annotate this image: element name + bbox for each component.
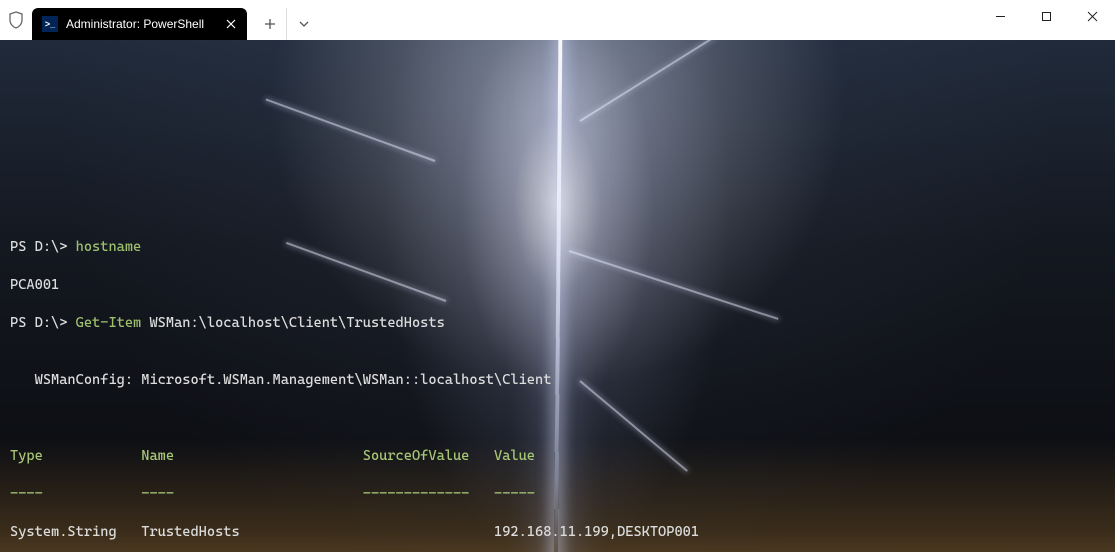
titlebar[interactable]: >_ Administrator: PowerShell	[0, 0, 1115, 40]
table-row: System.String TrustedHosts 192.168.11.19…	[10, 523, 1105, 542]
cell-type: System.String	[10, 524, 117, 540]
output-hostname: PCA001	[10, 276, 1105, 295]
cell-value: 192.168.11.199,DESKTOP001	[494, 524, 699, 540]
shield-icon	[8, 11, 24, 29]
maximize-button[interactable]	[1023, 0, 1069, 32]
window-controls	[977, 0, 1115, 32]
new-tab-button[interactable]	[253, 8, 287, 40]
wsman-config-line: WSManConfig: Microsoft.WSMan.Management\…	[10, 371, 1105, 390]
maximize-icon	[1041, 11, 1052, 22]
command-arg: WSMan:\localhost\Client\TrustedHosts	[141, 315, 445, 331]
col-sourceofvalue: SourceOfValue	[363, 448, 470, 464]
col-value: Value	[494, 448, 535, 464]
command-hostname: hostname	[76, 239, 142, 255]
prompt: PS D:\>	[10, 315, 76, 331]
plus-icon	[264, 18, 276, 30]
close-icon	[1087, 11, 1098, 22]
minimize-icon	[995, 11, 1006, 22]
col-name: Name	[141, 448, 174, 464]
terminal-line: PS D:\> hostname	[10, 238, 1105, 257]
app-window: >_ Administrator: PowerShell	[0, 0, 1115, 552]
tab-powershell[interactable]: >_ Administrator: PowerShell	[32, 8, 247, 40]
terminal-line: PS D:\> Get-Item WSMan:\localhost\Client…	[10, 314, 1105, 333]
prompt: PS D:\>	[10, 239, 76, 255]
terminal-content: PS D:\> hostname PCA001 PS D:\> Get-Item…	[10, 219, 1105, 552]
tab-dropdown-button[interactable]	[287, 8, 321, 40]
blank-line	[10, 409, 1105, 428]
cell-name: TrustedHosts	[141, 524, 239, 540]
tab-title: Administrator: PowerShell	[66, 17, 215, 31]
table-header: Type Name SourceOfValue Value	[10, 447, 1105, 466]
lightning-branch	[265, 98, 435, 161]
powershell-icon: >_	[42, 16, 58, 32]
shield-icon-area	[0, 0, 32, 40]
tab-actions	[253, 8, 321, 40]
window-close-button[interactable]	[1069, 0, 1115, 32]
col-type: Type	[10, 448, 43, 464]
minimize-button[interactable]	[977, 0, 1023, 32]
close-icon	[226, 19, 236, 29]
terminal-pane[interactable]: PS D:\> hostname PCA001 PS D:\> Get-Item…	[0, 40, 1115, 552]
table-underline: ---- ---- ------------- -----	[10, 485, 1105, 504]
command-get-item: Get-Item	[76, 315, 142, 331]
chevron-down-icon	[299, 21, 309, 27]
tab-close-button[interactable]	[221, 14, 241, 34]
lightning-branch	[579, 40, 716, 122]
